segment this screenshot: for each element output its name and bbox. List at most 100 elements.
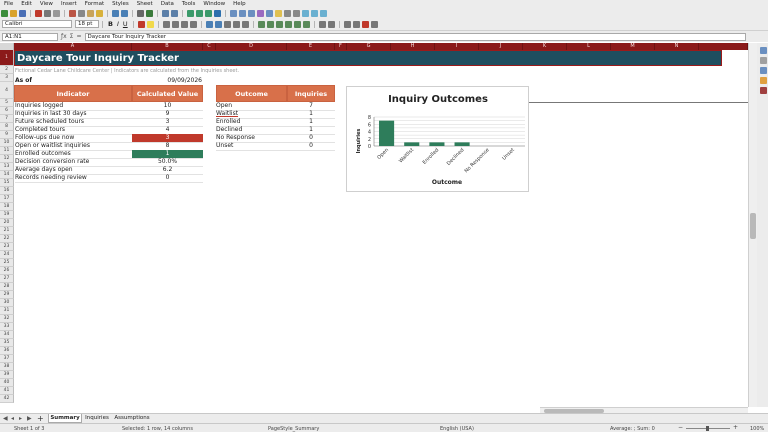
row-header-19[interactable]: 19: [0, 211, 14, 219]
vertical-scrollbar[interactable]: [748, 43, 757, 407]
column-header-b[interactable]: B: [132, 43, 203, 50]
row-header-17[interactable]: 17: [0, 195, 14, 203]
indicator-value[interactable]: 0: [132, 174, 203, 183]
wrap-text-icon[interactable]: [205, 20, 213, 28]
paste-icon[interactable]: [87, 9, 94, 17]
increase-indent-icon[interactable]: [318, 20, 326, 28]
justify-icon[interactable]: [189, 20, 197, 28]
as-of-date[interactable]: 09/09/2026: [164, 77, 202, 85]
column-header-h[interactable]: H: [391, 43, 435, 50]
align-bottom-icon[interactable]: [241, 20, 249, 28]
row-header-27[interactable]: 27: [0, 275, 14, 283]
menu-item-tools[interactable]: Tools: [178, 1, 200, 7]
borders-icon[interactable]: [343, 20, 351, 28]
align-center-icon[interactable]: [171, 20, 179, 28]
define-print-area-icon[interactable]: [293, 9, 300, 17]
outcome-value[interactable]: 0: [287, 142, 335, 151]
decrease-indent-icon[interactable]: [327, 20, 335, 28]
select-all-corner[interactable]: [0, 43, 14, 50]
column-header-a[interactable]: A: [14, 43, 132, 50]
first-sheet-icon[interactable]: ◀: [3, 415, 8, 422]
row-header-31[interactable]: 31: [0, 307, 14, 315]
row-header-34[interactable]: 34: [0, 331, 14, 339]
row-header-26[interactable]: 26: [0, 267, 14, 275]
merge-center-icon[interactable]: [214, 20, 222, 28]
status-page-style[interactable]: PageStyle_Summary: [268, 426, 319, 432]
row-header-21[interactable]: 21: [0, 227, 14, 235]
row-header-30[interactable]: 30: [0, 299, 14, 307]
font-color-icon[interactable]: [137, 20, 145, 28]
add-sheet-icon[interactable]: +: [37, 414, 44, 423]
column-header-m[interactable]: M: [611, 43, 655, 50]
sort-icon[interactable]: [187, 9, 194, 17]
italic-button[interactable]: I: [117, 20, 119, 28]
date-format-icon[interactable]: [284, 20, 292, 28]
row-header-35[interactable]: 35: [0, 339, 14, 347]
zoom-slider-thumb[interactable]: [706, 426, 709, 431]
menu-item-format[interactable]: Format: [81, 1, 108, 7]
zoom-out-icon[interactable]: −: [678, 424, 683, 431]
navigator-icon[interactable]: [760, 77, 767, 84]
clone-formatting-icon[interactable]: [96, 9, 103, 17]
menu-item-view[interactable]: View: [36, 1, 57, 7]
row-header-38[interactable]: 38: [0, 363, 14, 371]
row-header-2[interactable]: 2: [0, 66, 14, 74]
row-header-4[interactable]: 4: [0, 82, 14, 99]
redo-icon[interactable]: [121, 9, 128, 17]
menu-item-data[interactable]: Data: [157, 1, 178, 7]
undo-icon[interactable]: [112, 9, 119, 17]
number-format-icon[interactable]: [275, 20, 283, 28]
add-decimal-icon[interactable]: [293, 20, 301, 28]
row-header-28[interactable]: 28: [0, 283, 14, 291]
hyperlink-icon[interactable]: [266, 9, 273, 17]
special-character-icon[interactable]: [257, 9, 264, 17]
column-header-g[interactable]: G: [347, 43, 391, 50]
find-replace-icon[interactable]: [137, 9, 144, 17]
column-header-n[interactable]: N: [655, 43, 699, 50]
row-header-12[interactable]: 12: [0, 155, 14, 163]
row-header-8[interactable]: 8: [0, 123, 14, 131]
menu-item-sheet[interactable]: Sheet: [133, 1, 157, 7]
column-header-e[interactable]: E: [287, 43, 335, 50]
row-header-18[interactable]: 18: [0, 203, 14, 211]
row-header-9[interactable]: 9: [0, 131, 14, 139]
align-left-icon[interactable]: [162, 20, 170, 28]
font-size-box[interactable]: 18 pt: [75, 20, 99, 28]
currency-format-icon[interactable]: [257, 20, 265, 28]
save-icon[interactable]: [19, 9, 26, 17]
row-header-41[interactable]: 41: [0, 387, 14, 395]
formula-equals-icon[interactable]: =: [76, 33, 81, 40]
autofilter-icon[interactable]: [214, 9, 221, 17]
percent-format-icon[interactable]: [266, 20, 274, 28]
align-right-icon[interactable]: [180, 20, 188, 28]
menu-item-file[interactable]: File: [0, 1, 17, 7]
conditional-format-icon[interactable]: [370, 20, 378, 28]
cut-icon[interactable]: [69, 9, 76, 17]
formula-input[interactable]: Daycare Tour Inquiry Tracker: [84, 32, 746, 41]
highlight-color-icon[interactable]: [146, 20, 154, 28]
export-pdf-icon[interactable]: [35, 9, 42, 17]
align-middle-icon[interactable]: [232, 20, 240, 28]
row-header-39[interactable]: 39: [0, 371, 14, 379]
row-header-20[interactable]: 20: [0, 219, 14, 227]
name-box[interactable]: A1:N1: [2, 32, 58, 41]
sort-ascending-icon[interactable]: [196, 9, 203, 17]
row-header-14[interactable]: 14: [0, 171, 14, 179]
column-header-j[interactable]: J: [479, 43, 523, 50]
pivot-table-icon[interactable]: [248, 9, 255, 17]
menu-item-styles[interactable]: Styles: [108, 1, 133, 7]
sum-icon[interactable]: Σ: [70, 33, 74, 40]
column-header-i[interactable]: I: [435, 43, 479, 50]
styles-icon[interactable]: [760, 57, 767, 64]
tab-assumptions[interactable]: Assumptions: [113, 414, 151, 423]
border-color-icon[interactable]: [361, 20, 369, 28]
menu-item-window[interactable]: Window: [199, 1, 229, 7]
row-header-7[interactable]: 7: [0, 115, 14, 123]
status-stats[interactable]: Average: ; Sum: 0: [610, 426, 655, 432]
align-top-icon[interactable]: [223, 20, 231, 28]
menu-item-edit[interactable]: Edit: [17, 1, 36, 7]
previous-sheet-icon[interactable]: ◂: [11, 415, 14, 422]
function-wizard-icon[interactable]: ƒx: [61, 33, 67, 40]
header-footer-icon[interactable]: [284, 9, 291, 17]
row-icon[interactable]: [162, 9, 169, 17]
